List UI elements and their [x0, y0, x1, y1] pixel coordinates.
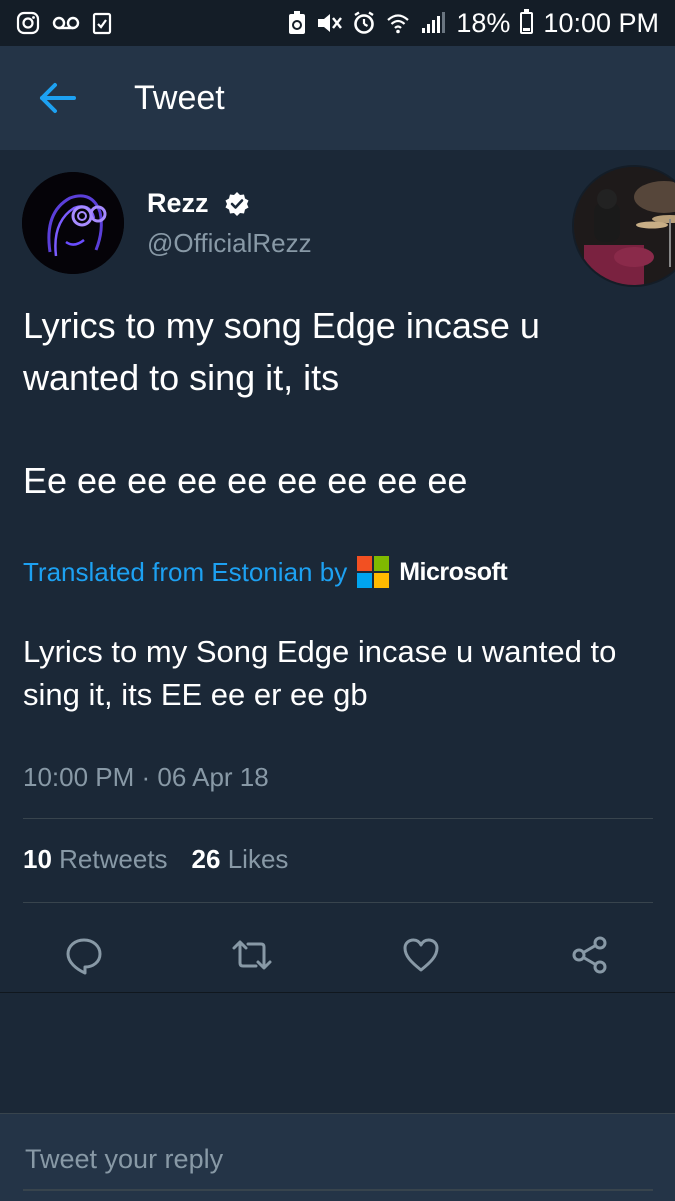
verified-badge-icon: [225, 191, 249, 216]
voicemail-icon: [52, 14, 80, 32]
app-bar: Tweet: [0, 46, 675, 150]
avatar-art-icon: [22, 172, 124, 274]
microsoft-logo-icon: [357, 556, 390, 588]
signal-icon: [420, 11, 446, 35]
instagram-icon: [16, 11, 40, 35]
likes-count: 26: [191, 844, 221, 874]
tweet-text-paragraph-1: Lyrics to my song Edge incase u wanted t…: [23, 305, 540, 398]
divider: [23, 818, 653, 819]
status-right-icons: 18% 10:00 PM: [288, 8, 659, 39]
drummer-video-thumbnail[interactable]: [572, 165, 675, 287]
translation-attribution: Translated from Estonian by Microsoft: [23, 556, 508, 588]
alarm-icon: [352, 11, 376, 35]
retweet-icon: [232, 940, 272, 970]
likes-label: Likes: [227, 844, 289, 874]
reply-icon: [66, 938, 102, 975]
likes-stat[interactable]: 26 Likes: [192, 844, 289, 875]
mute-icon: [316, 11, 343, 35]
reply-button[interactable]: [62, 933, 106, 977]
author-display-name[interactable]: Rezz: [147, 188, 216, 219]
author-avatar[interactable]: [22, 172, 124, 274]
page-title: Tweet: [134, 78, 225, 117]
tweet-stats: 10 Retweets 26 Likes: [23, 844, 288, 875]
translated-from-link[interactable]: Translated from Estonian by: [23, 557, 347, 588]
recycle-icon: [288, 11, 306, 35]
battery-percent: 18%: [456, 7, 511, 38]
divider: [23, 902, 653, 903]
tweet-actions: [0, 920, 675, 990]
status-left-icons: [16, 11, 112, 35]
author-name-row[interactable]: Rezz: [147, 188, 250, 219]
status-bar: 18% 10:00 PM: [0, 0, 675, 46]
tweet-text-paragraph-2: Ee ee ee ee ee ee ee ee ee: [23, 460, 468, 501]
translation-provider: Microsoft: [399, 557, 508, 586]
battery-icon: [520, 9, 534, 34]
share-icon: [572, 936, 607, 974]
back-button[interactable]: [28, 68, 88, 128]
retweet-button[interactable]: [230, 933, 274, 977]
reply-input-underline: [23, 1189, 653, 1191]
retweets-label: Retweets: [59, 844, 168, 874]
section-divider: [0, 992, 675, 993]
clipboard-check-icon: [92, 11, 112, 35]
status-time: 10:00 PM: [543, 7, 659, 38]
retweets-count: 10: [23, 844, 52, 874]
reply-bar: [0, 1113, 675, 1201]
like-icon: [403, 938, 439, 972]
tweet-timestamp: 10:00 PM · 06 Apr 18: [23, 762, 269, 792]
back-arrow-icon: [40, 83, 76, 113]
retweets-stat[interactable]: 10 Retweets: [23, 844, 168, 875]
like-button[interactable]: [399, 933, 443, 977]
share-button[interactable]: [568, 933, 612, 977]
author-handle[interactable]: @OfficialRezz: [147, 228, 312, 259]
wifi-icon: [386, 12, 410, 34]
translated-text: Lyrics to my Song Edge incase u wanted t…: [23, 634, 617, 712]
reply-input[interactable]: [23, 1136, 657, 1182]
drum-kit-image: [574, 167, 675, 285]
